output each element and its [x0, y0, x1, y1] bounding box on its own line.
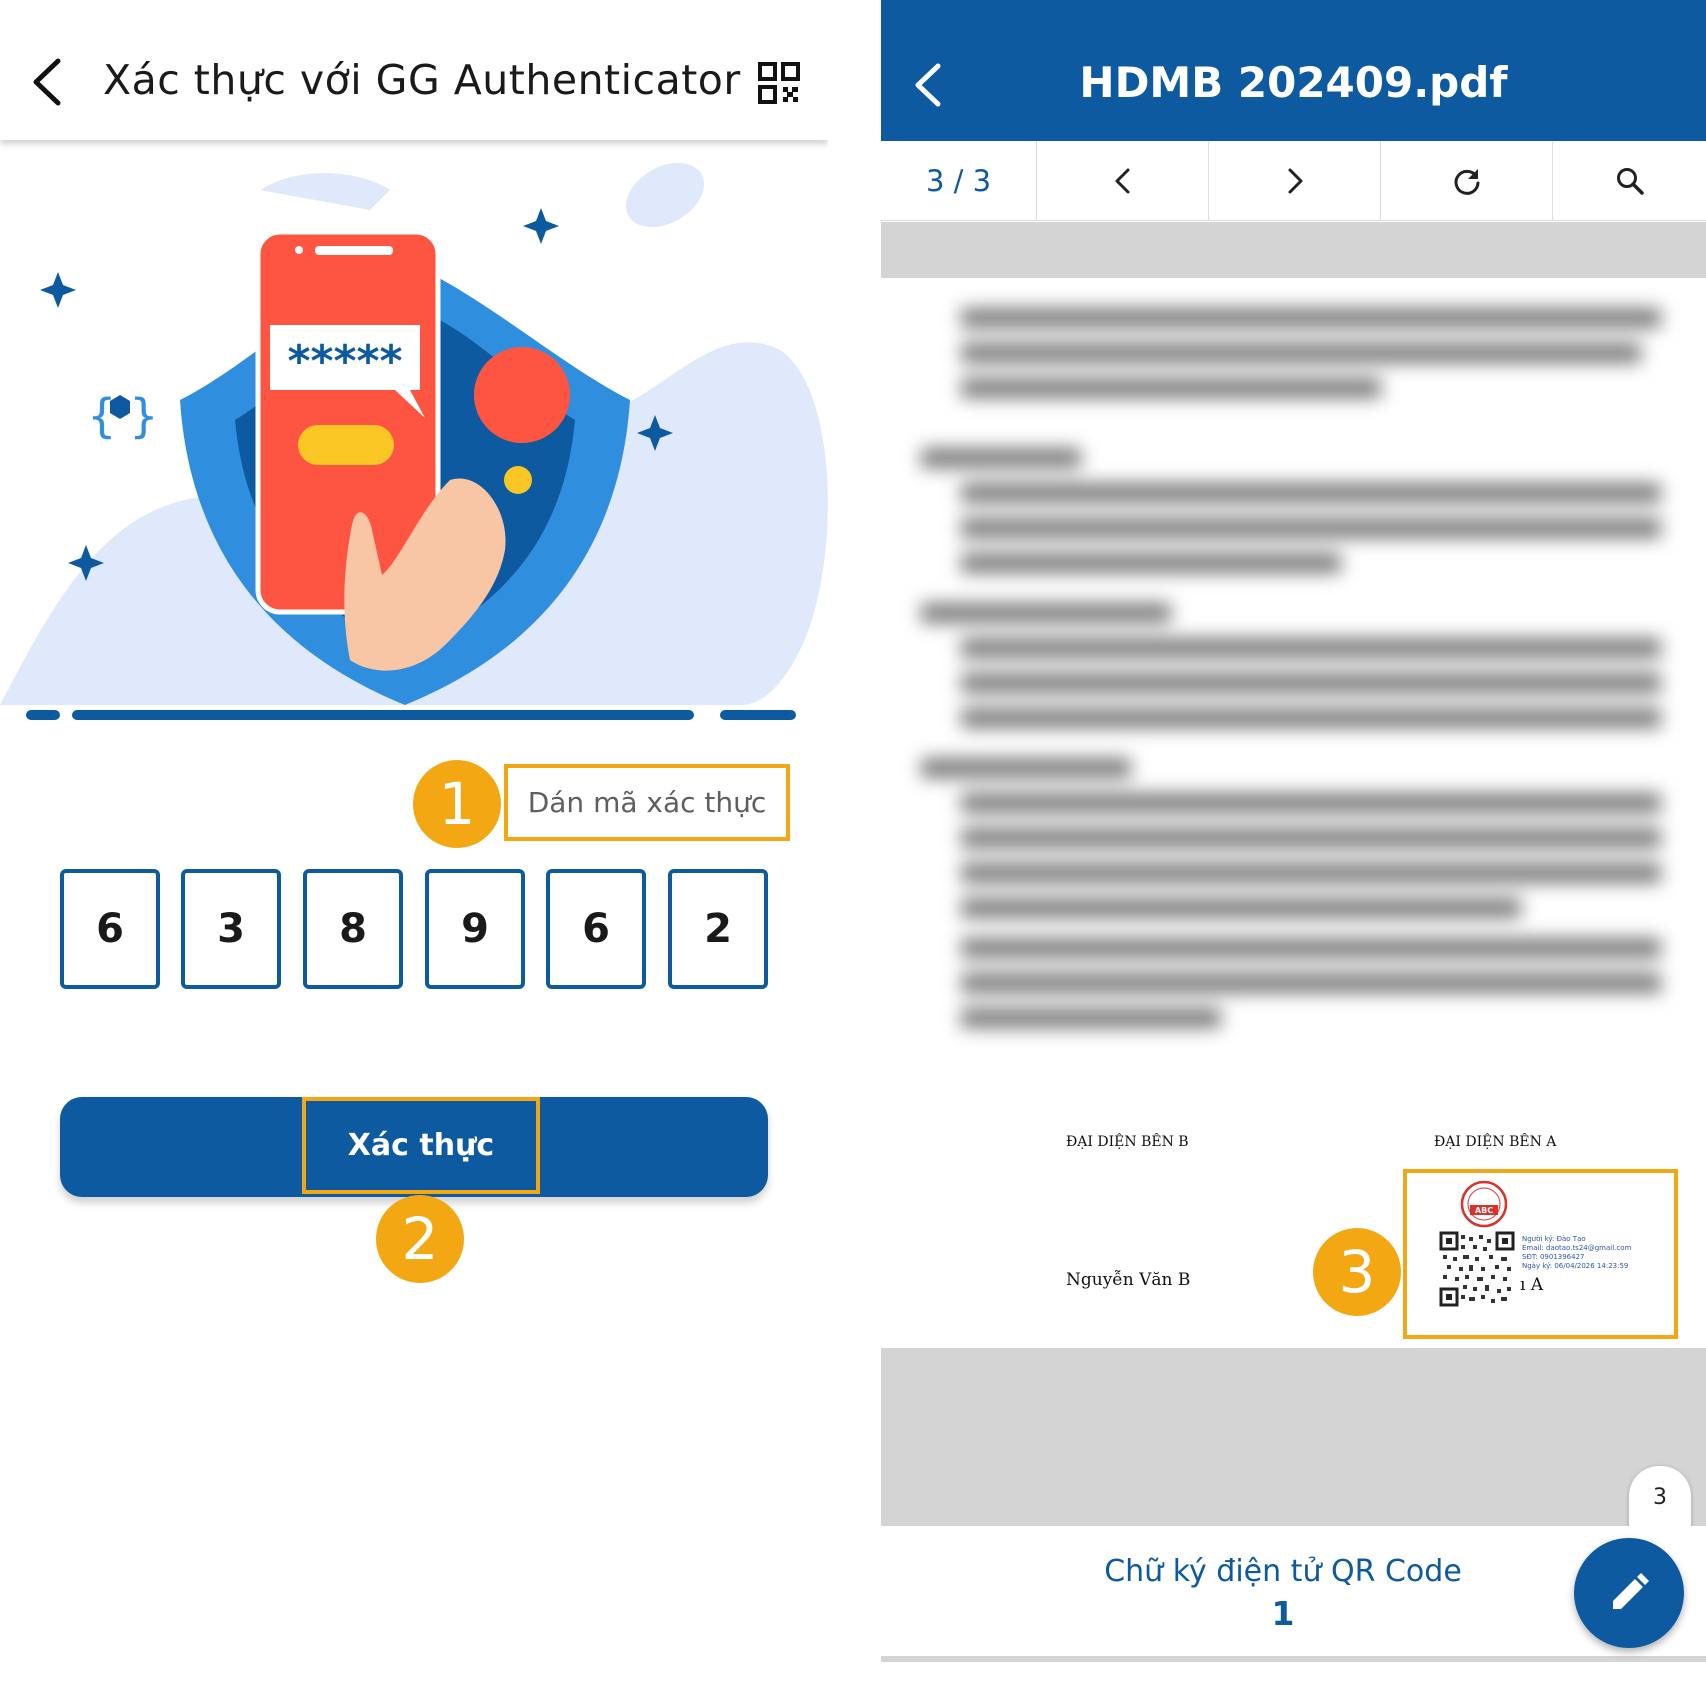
step-2-badge: 2: [376, 1195, 464, 1283]
viewer-header: HDMB 202409.pdf: [881, 0, 1706, 141]
digital-signature-box[interactable]: ABC Người ký: Đào Tạo Email: daotao.ts24…: [1403, 1169, 1678, 1339]
qr-signature-label: Chữ ký điện tử QR Code: [1104, 1554, 1462, 1589]
rep-a-name-fragment: ı A: [1520, 1275, 1544, 1295]
step-3-badge: 3: [1313, 1228, 1401, 1316]
search-icon: [1616, 168, 1644, 195]
prev-page-button[interactable]: [1037, 141, 1209, 221]
search-button[interactable]: [1553, 141, 1706, 221]
qr-code-image: [1439, 1231, 1515, 1307]
pdf-page: ĐẠI DIỆN BÊN B ĐẠI DIỆN BÊN A Nguyễn Văn…: [881, 278, 1706, 1348]
signer-email: Email: daotao.ts24@gmail.com: [1522, 1244, 1632, 1252]
qr-signature-count: 1: [1271, 1594, 1295, 1633]
pencil-icon: [1613, 1573, 1649, 1609]
signer-name: Người ký: Đào Tạo: [1522, 1235, 1586, 1243]
verify-button-label[interactable]: Xác thực: [302, 1097, 540, 1194]
svg-text:{: {: [88, 389, 116, 443]
signer-phone: SĐT: 0901396427: [1522, 1253, 1585, 1261]
next-page-button[interactable]: [1209, 141, 1381, 221]
chevron-left-icon: [1115, 168, 1129, 194]
otp-digit-4[interactable]: 9: [425, 869, 525, 989]
masked-code-text: *****: [287, 336, 402, 387]
signature-details: Người ký: Đào Tạo Email: daotao.ts24@gma…: [1522, 1235, 1631, 1271]
paste-code-button[interactable]: Dán mã xác thực: [504, 764, 790, 841]
otp-digit-6[interactable]: 2: [668, 869, 768, 989]
company-stamp-icon: ABC: [1460, 1180, 1508, 1228]
rep-b-label: ĐẠI DIỆN BÊN B: [1066, 1134, 1189, 1150]
refresh-icon: [1454, 169, 1479, 195]
pdf-viewer-screen: HDMB 202409.pdf 3 / 3 ĐẠI DIỆN BÊN B ĐẠI…: [881, 0, 1706, 1682]
sign-date: Ngày ký: 06/04/2026 14:23:59: [1522, 1262, 1629, 1270]
blurred-contract-text: [921, 298, 1666, 1098]
svg-text:}: }: [130, 389, 158, 443]
app-header: Xác thực với GG Authenticator: [0, 0, 828, 140]
back-arrow-icon[interactable]: [28, 55, 68, 109]
step-1-badge: 1: [413, 760, 501, 848]
panel-separator: [828, 0, 881, 1682]
chevron-right-icon: [1288, 168, 1302, 194]
page-indicator: 3 / 3: [881, 141, 1037, 221]
otp-digit-3[interactable]: 8: [303, 869, 403, 989]
stamp-text: ABC: [1475, 1206, 1493, 1215]
otp-digit-2[interactable]: 3: [181, 869, 281, 989]
otp-digit-5[interactable]: 6: [546, 869, 646, 989]
pdf-toolbar: 3 / 3: [881, 141, 1706, 221]
document-title: HDMB 202409.pdf: [1079, 58, 1508, 107]
authenticator-screen: Xác thực với GG Authenticator ***** {} …: [0, 0, 828, 1682]
sign-fab-button[interactable]: [1574, 1538, 1684, 1648]
qr-code-icon[interactable]: [758, 62, 800, 104]
refresh-button[interactable]: [1381, 141, 1553, 221]
page-number-chip: 3: [1629, 1466, 1691, 1528]
page-title: Xác thực với GG Authenticator: [103, 56, 741, 104]
rep-b-name: Nguyễn Văn B: [1066, 1270, 1191, 1290]
rep-a-label: ĐẠI DIỆN BÊN A: [1434, 1134, 1557, 1150]
otp-digit-1[interactable]: 6: [60, 869, 160, 989]
security-illustration: ***** { }: [0, 162, 828, 720]
